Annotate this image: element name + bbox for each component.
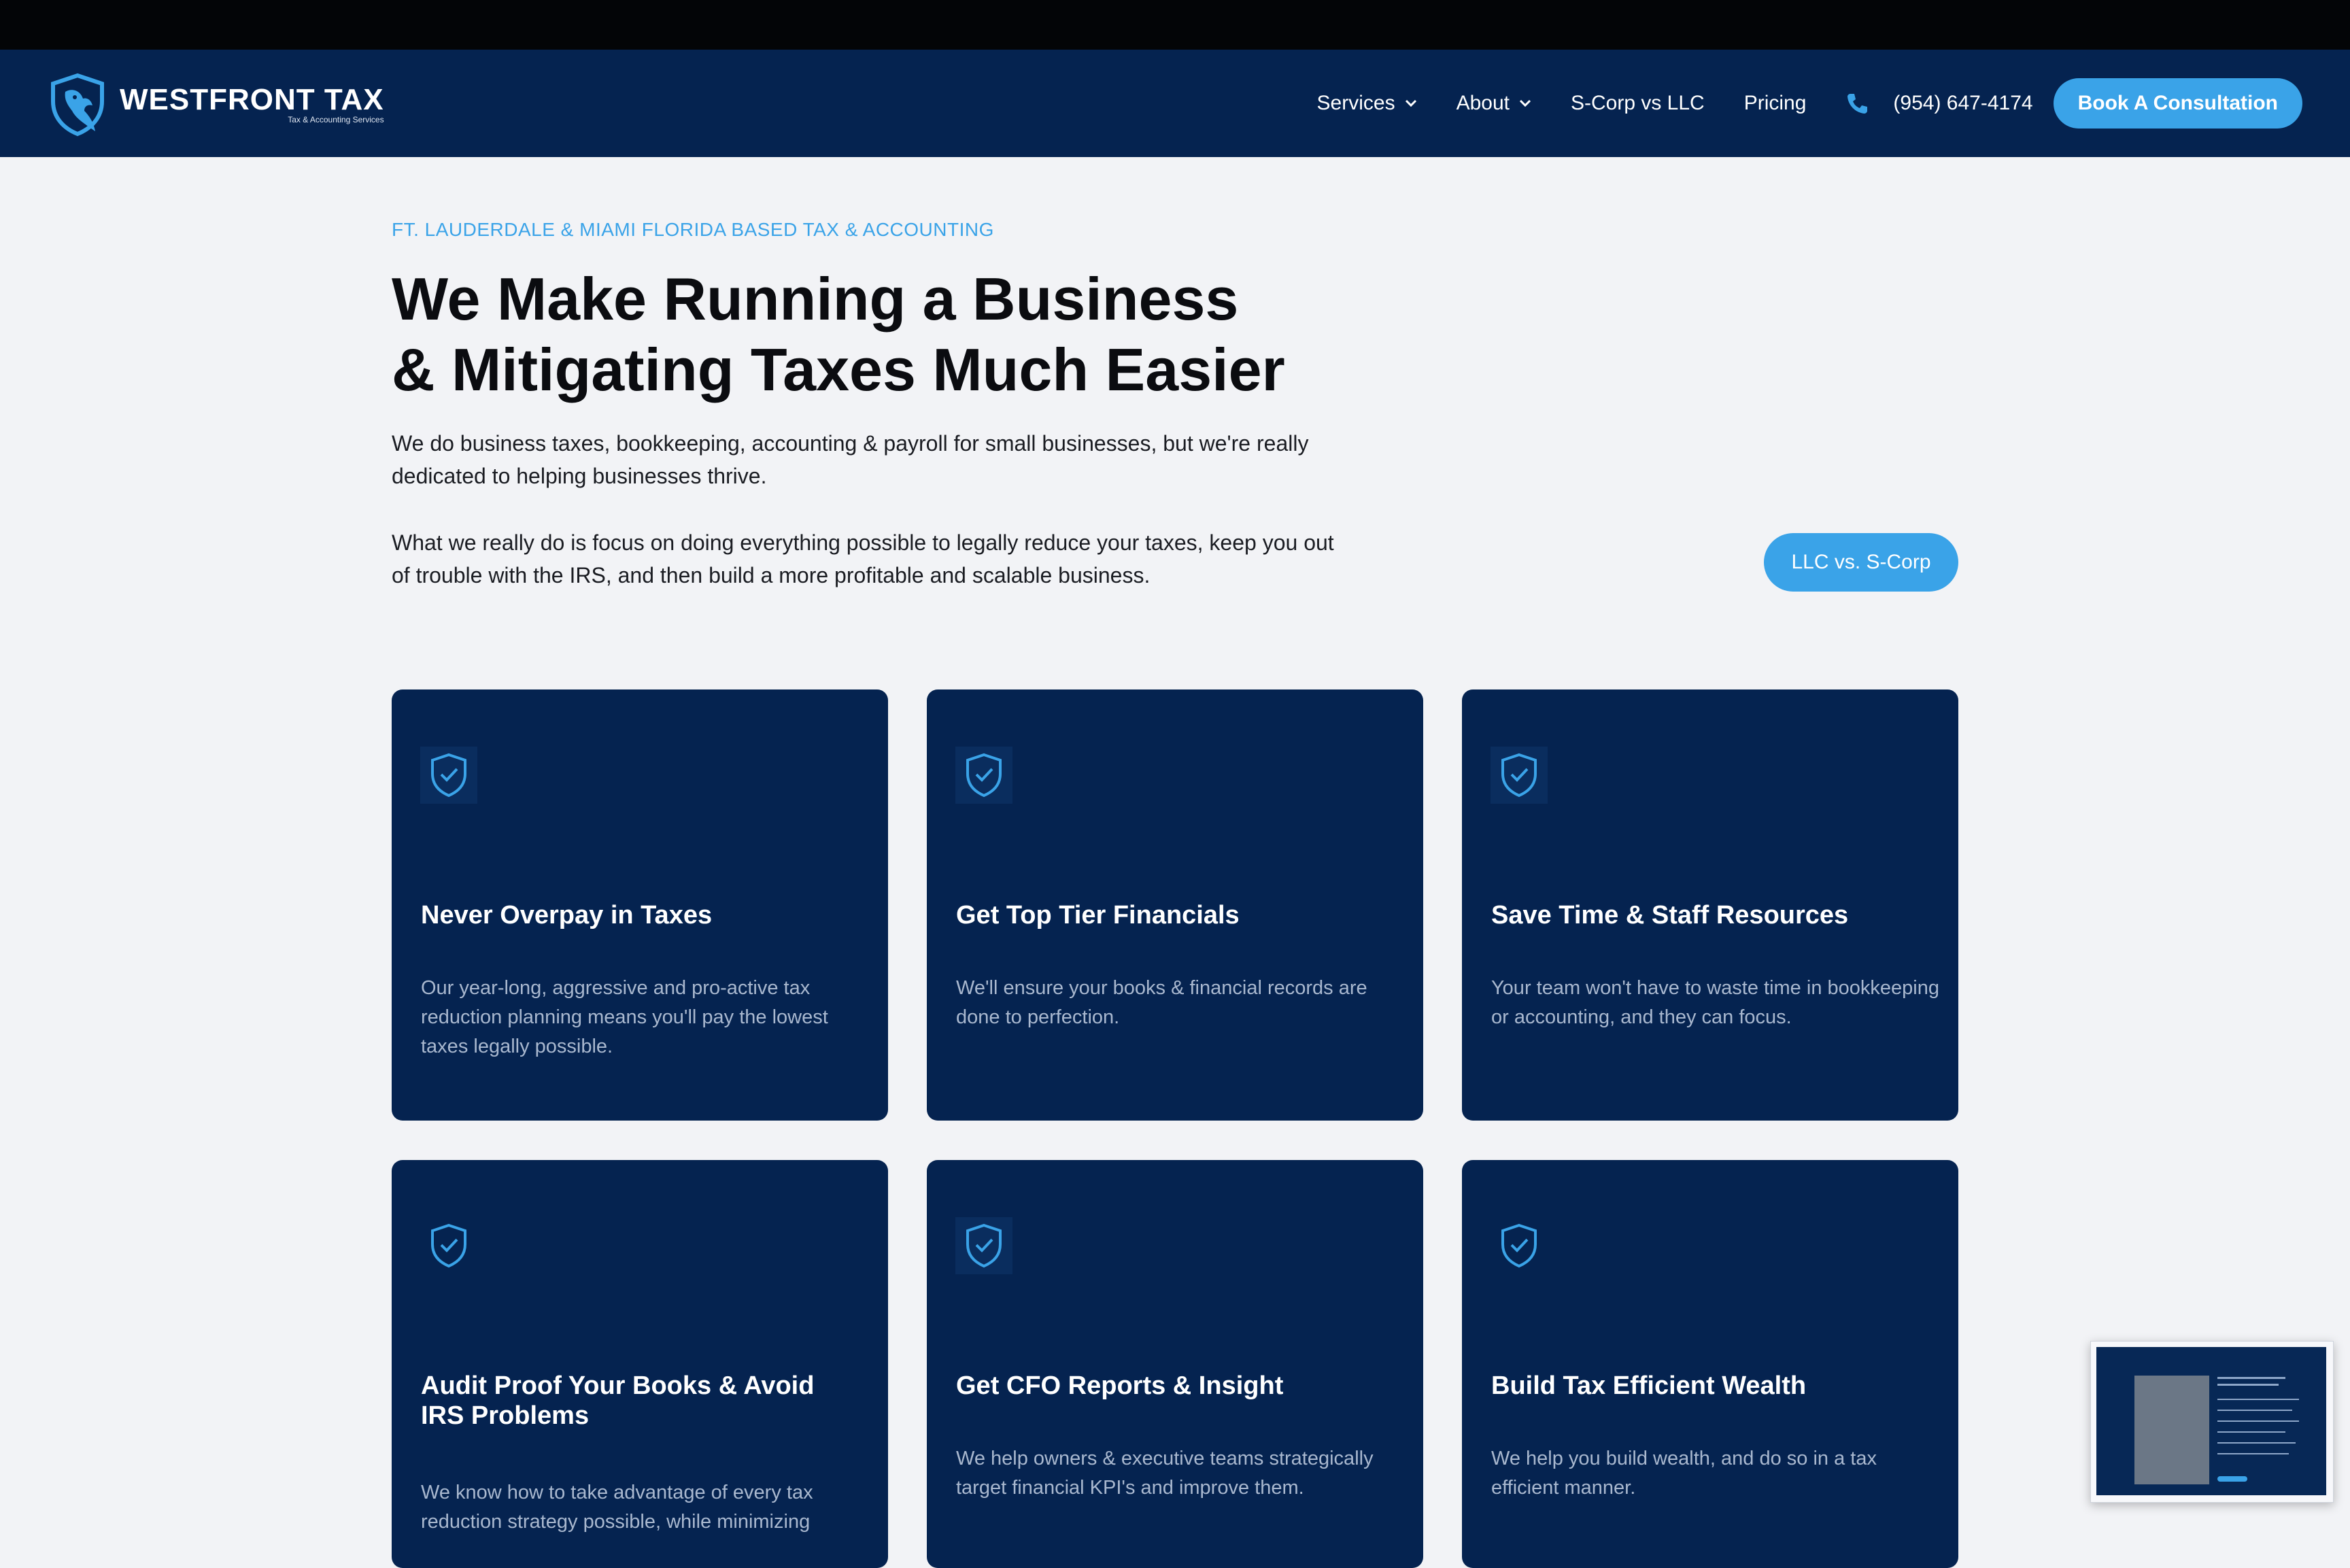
shield-check-icon [420, 747, 477, 804]
book-consultation-button[interactable]: Book A Consultation [2053, 78, 2302, 129]
llc-vs-scorp-button[interactable]: LLC vs. S-Corp [1764, 533, 1958, 592]
headline-line-2: & Mitigating Taxes Much Easier [392, 336, 1285, 403]
nav-item-pricing[interactable]: Pricing [1744, 92, 1807, 115]
site-logo[interactable]: WESTFRONT TAX Tax & Accounting Services [45, 71, 384, 137]
card-description: We'll ensure your books & financial reco… [956, 977, 1367, 1028]
nav-item-label: Services [1316, 92, 1395, 114]
preview-screen [2096, 1347, 2326, 1495]
phone-number: (954) 647-4174 [1893, 92, 2033, 114]
nav-item-services[interactable]: Services [1317, 92, 1417, 115]
phone-link[interactable]: (954) 647-4174 [1845, 92, 2033, 115]
shield-check-icon [431, 1223, 466, 1268]
brand-name: WESTFRONT TAX [120, 83, 384, 116]
card-title: Get Top Tier Financials [956, 901, 1240, 930]
preview-text-line [2217, 1453, 2289, 1454]
nav-item-label: S-Corp vs LLC [1570, 92, 1705, 114]
main-nav: Services About S-Corp vs LLC Pricing (95… [1317, 78, 2302, 129]
preview-text-line [2217, 1377, 2285, 1379]
preview-text-line [2217, 1410, 2292, 1411]
chevron-down-icon [1519, 99, 1531, 107]
feature-card: Build Tax Efficient Wealth We help you b… [1462, 1160, 1958, 1568]
feature-card: Get Top Tier Financials We'll ensure you… [927, 689, 1423, 1121]
card-title: Build Tax Efficient Wealth [1491, 1371, 1807, 1400]
card-title: Save Time & Staff Resources [1491, 901, 1849, 930]
nav-item-label: About [1456, 92, 1510, 114]
brand-tagline: Tax & Accounting Services [288, 115, 384, 124]
preview-text-line [2217, 1384, 2279, 1386]
shield-check-icon [1501, 1223, 1537, 1268]
card-title: Get CFO Reports & Insight [956, 1371, 1284, 1400]
card-description: We help owners & executive teams strateg… [956, 1448, 1374, 1499]
feature-card: Get CFO Reports & Insight We help owners… [927, 1160, 1423, 1568]
hero-paragraph-1: We do business taxes, bookkeeping, accou… [392, 431, 1309, 488]
card-description: Your team won't have to waste time in bo… [1491, 977, 1939, 1028]
preview-person-photo [2134, 1376, 2209, 1484]
browser-top-bar [0, 0, 2350, 50]
preview-button [2217, 1476, 2247, 1482]
chevron-down-icon [1405, 99, 1416, 107]
hero-headline: We Make Running a Business & Mitigating … [392, 264, 1412, 405]
preview-text-line [2217, 1399, 2299, 1400]
hero-eyebrow: FT. LAUDERDALE & MIAMI FLORIDA BASED TAX… [392, 219, 994, 240]
site-header: WESTFRONT TAX Tax & Accounting Services … [0, 50, 2350, 157]
card-title: Audit Proof Your Books & Avoid IRS Probl… [421, 1371, 815, 1430]
card-description: We know how to take advantage of every t… [421, 1482, 813, 1533]
card-description: We help you build wealth, and do so in a… [1491, 1448, 1877, 1499]
preview-text-line [2217, 1420, 2299, 1422]
feature-card: Never Overpay in Taxes Our year-long, ag… [392, 689, 888, 1121]
card-description: Our year-long, aggressive and pro-active… [421, 977, 828, 1057]
card-title: Never Overpay in Taxes [421, 901, 713, 930]
video-preview-thumbnail[interactable] [2090, 1341, 2334, 1503]
shield-check-icon [1491, 747, 1548, 804]
nav-item-label: Pricing [1743, 92, 1807, 114]
hero-paragraph-2: What we really do is focus on doing ever… [392, 530, 1334, 587]
shield-check-icon [955, 1217, 1012, 1274]
preview-text-line [2217, 1442, 2296, 1444]
shield-check-icon [955, 747, 1012, 804]
feature-card: Audit Proof Your Books & Avoid IRS Probl… [392, 1160, 888, 1568]
feature-card: Save Time & Staff Resources Your team wo… [1462, 689, 1958, 1121]
headline-line-1: We Make Running a Business [392, 265, 1239, 333]
preview-text-line [2217, 1431, 2285, 1433]
eagle-shield-icon [51, 73, 104, 137]
nav-item-scorp-vs-llc[interactable]: S-Corp vs LLC [1571, 92, 1705, 115]
nav-item-about[interactable]: About [1457, 92, 1531, 115]
phone-icon [1847, 94, 1868, 114]
